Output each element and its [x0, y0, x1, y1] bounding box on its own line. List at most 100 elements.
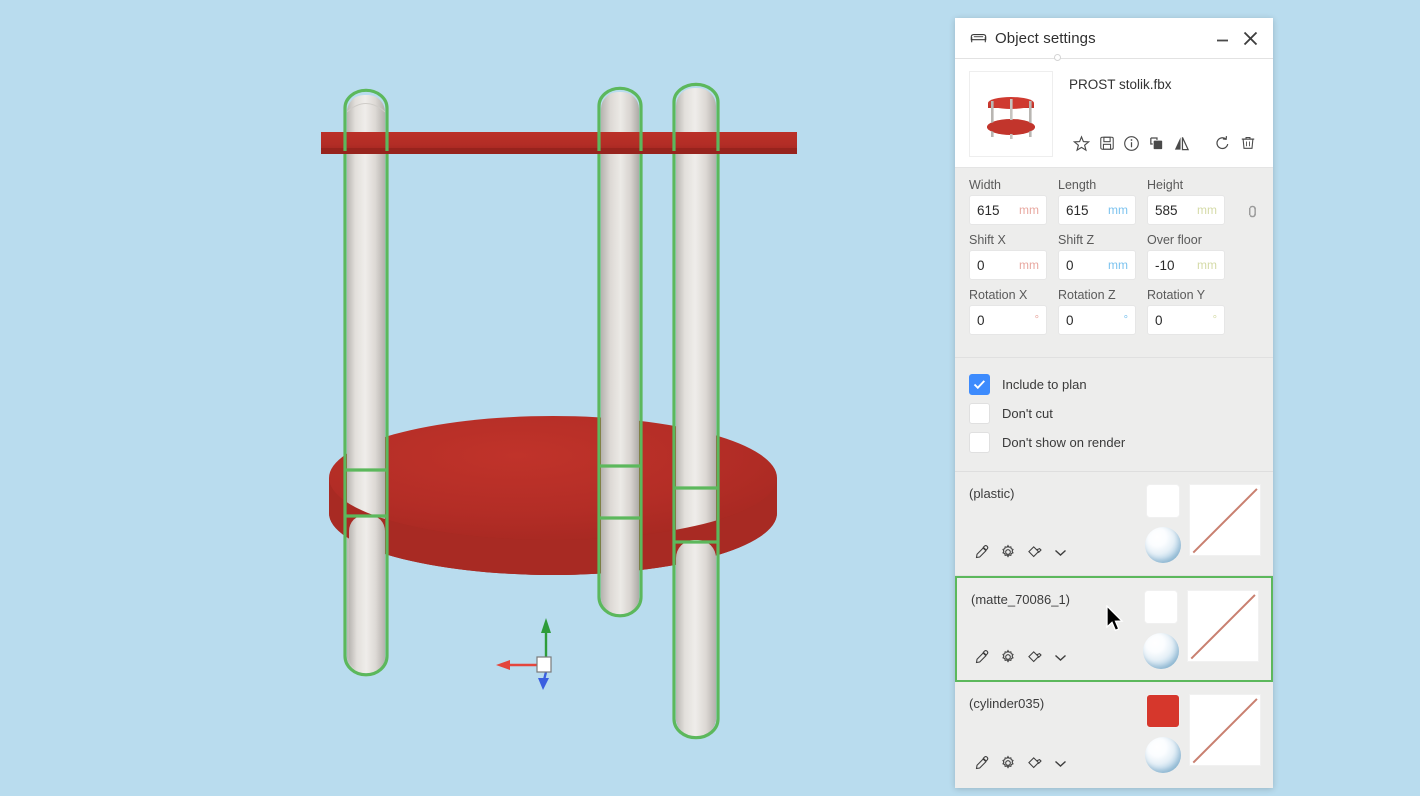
paint-icon[interactable] [1021, 752, 1047, 774]
field-height-value[interactable]: 585 [1155, 203, 1193, 218]
field-shift-x-unit: mm [1019, 258, 1039, 272]
field-width-value[interactable]: 615 [977, 203, 1015, 218]
field-rotation-x-value[interactable]: 0 [977, 313, 1031, 328]
eyedropper-icon[interactable] [969, 541, 995, 563]
option-include-to-plan[interactable]: Include to plan [969, 370, 1259, 399]
field-shift-z-label: Shift Z [1058, 233, 1095, 247]
link-icon[interactable] [1241, 198, 1263, 224]
chevron-down-icon[interactable] [1047, 752, 1073, 774]
field-shift-z-value[interactable]: 0 [1066, 258, 1104, 273]
gradient-diagonal-line [1190, 594, 1256, 659]
field-shift-z: Shift Z 0 mm [1058, 233, 1136, 280]
material-gradient-preview[interactable] [1189, 484, 1261, 556]
chevron-down-icon[interactable] [1047, 541, 1073, 563]
material-row-cylinder035[interactable]: (cylinder035) [955, 682, 1273, 786]
gear-icon[interactable] [995, 541, 1021, 563]
field-height-label: Height [1147, 178, 1184, 192]
field-height: Height 585 mm [1147, 178, 1225, 225]
field-over-floor: Over floor -10 mm [1147, 233, 1225, 280]
object-name: PROST stolik.fbx [1069, 77, 1172, 92]
chevron-down-icon[interactable] [1047, 646, 1073, 668]
option-dont-cut[interactable]: Don't cut [969, 399, 1259, 428]
table-top-slab [321, 132, 797, 154]
material-row-matte[interactable]: (matte_70086_1) [955, 576, 1273, 682]
field-shift-z-unit: mm [1108, 258, 1128, 272]
favorite-icon[interactable] [1069, 131, 1094, 155]
paint-icon[interactable] [1021, 646, 1047, 668]
field-over-floor-label: Over floor [1147, 233, 1202, 247]
material-gradient-preview[interactable] [1187, 590, 1259, 662]
dont-cut-label: Don't cut [1002, 406, 1053, 421]
panel-titlebar[interactable]: Object settings [955, 18, 1273, 61]
include-to-plan-label: Include to plan [1002, 377, 1087, 392]
dont-show-on-render-checkbox[interactable] [969, 432, 990, 453]
field-over-floor-value[interactable]: -10 [1155, 258, 1193, 273]
delete-icon[interactable] [1235, 131, 1260, 155]
field-width-input[interactable]: 615 mm [969, 195, 1047, 225]
material-color-column [1145, 484, 1181, 563]
leg-1-lower [349, 515, 385, 673]
field-rotation-z-value[interactable]: 0 [1066, 313, 1120, 328]
object-header: PROST stolik.fbx [955, 59, 1273, 168]
material-actions [969, 541, 1073, 563]
field-height-input[interactable]: 585 mm [1147, 195, 1225, 225]
gear-icon[interactable] [995, 646, 1021, 668]
field-rotation-x-input[interactable]: 0 ° [969, 305, 1047, 335]
field-rotation-z-label: Rotation Z [1058, 288, 1116, 302]
field-rotation-x-unit: ° [1034, 314, 1039, 326]
dimensions-section: Width 615 mm Length 615 mm Height 585 mm… [955, 168, 1273, 358]
field-rotation-y-label: Rotation Y [1147, 288, 1206, 302]
options-section: Include to plan Don't cut Don't show on … [955, 358, 1273, 472]
material-sphere-preview[interactable] [1145, 527, 1181, 563]
option-dont-show-on-render[interactable]: Don't show on render [969, 428, 1259, 457]
field-length-unit: mm [1108, 203, 1128, 217]
field-shift-z-input[interactable]: 0 mm [1058, 250, 1136, 280]
field-rotation-z-input[interactable]: 0 ° [1058, 305, 1136, 335]
include-to-plan-checkbox[interactable] [969, 374, 990, 395]
paint-icon[interactable] [1021, 541, 1047, 563]
dimension-row-shift: Shift X 0 mm Shift Z 0 mm Over floor -10… [969, 233, 1261, 280]
field-rotation-y-value[interactable]: 0 [1155, 313, 1209, 328]
furniture-icon [969, 29, 987, 47]
material-color-swatch[interactable] [1144, 590, 1178, 624]
mirror-icon[interactable] [1169, 131, 1194, 155]
field-over-floor-input[interactable]: -10 mm [1147, 250, 1225, 280]
panel-resize-nub[interactable] [1054, 54, 1061, 61]
object-toolbar [1069, 131, 1261, 155]
material-row-plastic[interactable]: (plastic) [955, 472, 1273, 576]
material-previews [1145, 694, 1261, 773]
field-rotation-y-input[interactable]: 0 ° [1147, 305, 1225, 335]
duplicate-icon[interactable] [1144, 131, 1169, 155]
save-icon[interactable] [1094, 131, 1119, 155]
material-sphere-preview[interactable] [1143, 633, 1179, 669]
material-color-swatch[interactable] [1146, 484, 1180, 518]
field-length-input[interactable]: 615 mm [1058, 195, 1136, 225]
info-icon[interactable] [1119, 131, 1144, 155]
close-button[interactable] [1237, 25, 1263, 51]
field-shift-x-input[interactable]: 0 mm [969, 250, 1047, 280]
field-rotation-x: Rotation X 0 ° [969, 288, 1047, 335]
dont-cut-checkbox[interactable] [969, 403, 990, 424]
panel-title: Object settings [995, 29, 1096, 47]
material-actions [969, 646, 1073, 668]
eyedropper-icon[interactable] [969, 646, 995, 668]
material-gradient-preview[interactable] [1189, 694, 1261, 766]
gear-icon[interactable] [995, 752, 1021, 774]
field-over-floor-unit: mm [1197, 258, 1217, 272]
field-height-unit: mm [1197, 203, 1217, 217]
object-thumbnail[interactable] [969, 71, 1053, 157]
field-width-label: Width [969, 178, 1001, 192]
minimize-button[interactable] [1209, 25, 1235, 51]
material-previews [1143, 590, 1259, 669]
material-color-swatch[interactable] [1146, 694, 1180, 728]
application-window: Object settings PROST stolik.fbx Width 6… [0, 0, 1420, 796]
field-shift-x: Shift X 0 mm [969, 233, 1047, 280]
gradient-diagonal-line [1192, 488, 1258, 553]
material-color-column [1145, 694, 1181, 773]
material-sphere-preview[interactable] [1145, 737, 1181, 773]
field-shift-x-value[interactable]: 0 [977, 258, 1015, 273]
reset-icon[interactable] [1210, 131, 1235, 155]
field-rotation-x-label: Rotation X [969, 288, 1028, 302]
field-length-value[interactable]: 615 [1066, 203, 1104, 218]
eyedropper-icon[interactable] [969, 752, 995, 774]
